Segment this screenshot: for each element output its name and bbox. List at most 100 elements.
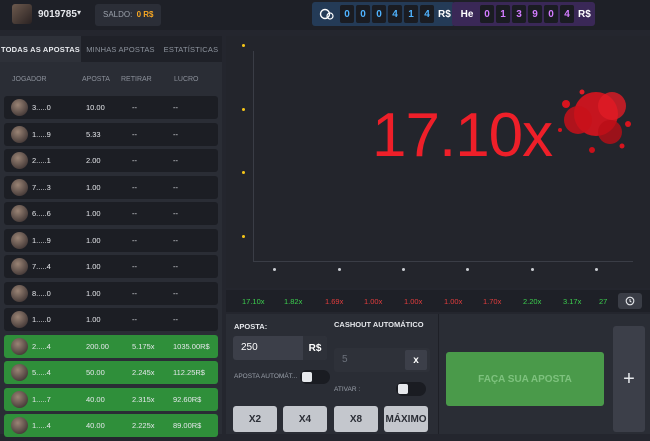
counter-currency: R$ [438,8,451,20]
auto-bet-label: APOSTA AUTOMÁT... [234,373,298,380]
bet-panel: APOSTA: 250 R$ APOSTA AUTOMÁT... CASHOUT… [226,314,650,434]
profit: -- [173,129,178,139]
auto-bet-toggle[interactable] [300,370,330,384]
add-bet-panel-button[interactable]: + [613,326,645,432]
bet-amount: 1.00 [86,315,101,324]
explosion-splatter [558,89,631,153]
cashout-multiplier: -- [132,103,137,112]
cashout-multiplier: 2.245x [132,368,155,377]
x-axis-dot [466,268,469,271]
x4-button[interactable]: X4 [283,406,327,432]
auto-cashout-placeholder[interactable]: 5 [342,354,348,365]
bet-amount: 40.00 [86,394,105,404]
player-avatar [11,417,28,434]
bet-label: APOSTA: [234,322,268,331]
profit: 1035.00R$ [173,341,210,351]
top-bar: 9019785 ▾ SALDO: 0 R$ 0 0 0 4 1 4 R$ He … [0,0,650,30]
cashout-multiplier: 2.225x [132,421,155,430]
col-bet: APOSTA [82,76,110,83]
auto-cashout-label: CASHOUT AUTOMÁTICO [334,320,424,329]
x-axis-dot [338,268,341,271]
user-avatar[interactable] [12,4,32,24]
chevron-down-icon[interactable]: ▾ [77,8,81,17]
coins-icon [316,5,338,23]
bet-row: 1.....9 1.00 -- -- [4,228,218,252]
bet-amount: 5.33 [86,129,101,139]
player-avatar [11,258,28,275]
cashout-multiplier: -- [132,209,137,218]
tab-all-bets[interactable]: TODAS AS APOSTAS [0,36,81,62]
player-id: 8.....0 [32,288,51,298]
player-avatar [11,231,28,249]
user-id[interactable]: 9019785 [38,9,77,20]
history-bar: 27 3.17x 2.20x 1.70x 1.00x 1.00x 1.00x 1.69x 1.8… [226,290,650,312]
player-id: 5.....4 [32,368,51,377]
history-multiplier: 17.10x [242,297,265,306]
auto-cashout-field[interactable]: 5 x [334,348,430,372]
bets-tabs: TODAS AS APOSTAS MINHAS APOSTAS ESTATÍST… [0,36,222,62]
auto-cashout-unit: x [405,350,427,370]
x-axis-dot [402,268,405,271]
bet-amount-value[interactable]: 250 [241,342,258,353]
tab-my-bets[interactable]: MINHAS APOSTAS [81,36,160,62]
bet-row: 3.....0 10.00 -- -- [4,96,218,119]
history-multiplier: 1.82x [284,297,303,306]
player-avatar [11,311,28,328]
player-avatar [11,284,28,302]
profit: -- [173,103,178,112]
profit: -- [173,235,178,245]
player-id: 6.....6 [32,209,51,218]
player-avatar [11,205,28,222]
counter-currency: R$ [578,8,591,20]
history-multiplier: 3.17x [563,297,582,306]
history-clock-button[interactable] [618,293,642,309]
bet-row: 8.....0 1.00 -- -- [4,281,218,305]
player-avatar [11,125,28,143]
auto-cashout-toggle[interactable] [396,382,426,396]
cashout-multiplier: -- [132,182,137,192]
counter-digit: 0 [340,5,354,23]
cashout-multiplier: -- [132,262,137,271]
profit: -- [173,262,178,271]
cashout-multiplier: -- [132,156,137,165]
x8-button[interactable]: X8 [334,406,378,432]
player-id: 1.....9 [32,129,51,139]
player-avatar [11,152,28,169]
bet-amount: 1.00 [86,288,101,298]
counter-digit: 3 [512,5,526,23]
counter-digit: 4 [420,5,434,23]
player-id: 3.....0 [32,103,51,112]
x2-button[interactable]: X2 [233,406,277,432]
max-button[interactable]: MÁXIMO [384,406,428,432]
history-multiplier: 1.00x [364,297,383,306]
profit: -- [173,315,178,324]
bet-amount-field[interactable]: 250 R$ [233,336,327,360]
y-axis-dot [242,44,245,47]
x-axis-dot [595,268,598,271]
player-id: 2.....4 [32,341,51,351]
cashout-multiplier: -- [132,235,137,245]
player-id: 7.....3 [32,182,51,192]
player-id: 2.....1 [32,156,51,165]
bet-row: 2.....1 2.00 -- -- [4,149,218,172]
jackpot-counter-he: He 0 1 3 9 0 4 R$ [452,2,595,26]
bet-currency: R$ [303,336,327,360]
history-multiplier: 1.70x [483,297,502,306]
profit: 89.00R$ [173,421,202,430]
jackpot-counter-coins: 0 0 0 4 1 4 R$ [312,2,455,26]
x-axis-dot [273,268,276,271]
x-axis-dot [531,268,534,271]
tab-statistics[interactable]: ESTATÍSTICAS [160,36,222,62]
history-multiplier: 1.00x [444,297,463,306]
bet-amount: 1.00 [86,182,101,192]
x-axis [253,261,633,262]
bet-row: 1.....0 1.00 -- -- [4,308,218,331]
place-bet-button[interactable]: FAÇA SUA APOSTA [446,352,604,406]
bet-row: 1.....9 5.33 -- -- [4,122,218,146]
counter-digit: 4 [388,5,402,23]
profit: -- [173,182,178,192]
y-axis-dot [242,171,245,174]
counter-digit: 0 [480,5,494,23]
balance-value: 0 R$ [136,10,154,19]
bet-row: 6.....6 1.00 -- -- [4,202,218,225]
